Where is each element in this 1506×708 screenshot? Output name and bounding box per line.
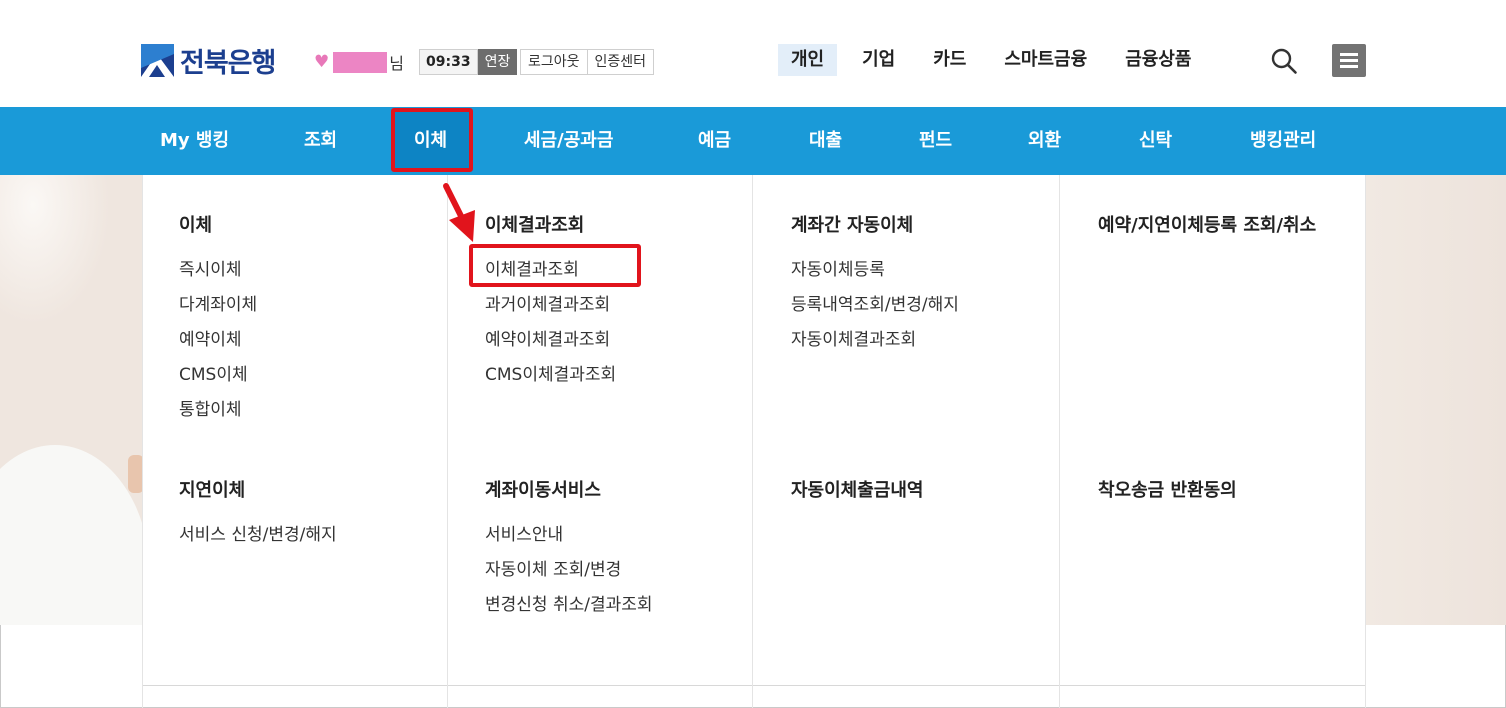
main-nav-loan[interactable]: 대출 — [809, 107, 842, 175]
main-nav-trust[interactable]: 신탁 — [1139, 107, 1172, 175]
section-title-transfer-result[interactable]: 이체결과조회 — [485, 211, 584, 237]
column-divider — [1365, 175, 1366, 708]
user-info: ♥ 님 — [314, 50, 404, 74]
menu-link-past-transfer-result[interactable]: 과거이체결과조회 — [485, 290, 610, 315]
menu-link-integrated-transfer[interactable]: 통합이체 — [179, 395, 242, 420]
top-nav-products[interactable]: 금융상품 — [1112, 44, 1204, 76]
bank-name: 전북은행 — [180, 47, 276, 79]
main-nav-my-banking[interactable]: My 뱅킹 — [160, 107, 229, 175]
menu-link-scheduled-transfer[interactable]: 예약이체 — [179, 325, 242, 350]
top-nav-corporate[interactable]: 기업 — [849, 44, 908, 76]
menu-link-cms-transfer-result[interactable]: CMS이체결과조회 — [485, 360, 616, 385]
section-title-scheduled-delayed-inquiry[interactable]: 예약/지연이체등록 조회/취소 — [1098, 211, 1316, 237]
section-title-delayed-transfer[interactable]: 지연이체 — [179, 476, 245, 502]
section-title-account-switch[interactable]: 계좌이동서비스 — [485, 476, 601, 502]
heart-icon: ♥ — [314, 51, 330, 72]
menu-link-registration-inquiry[interactable]: 등록내역조회/변경/해지 — [791, 290, 959, 315]
main-nav-deposit[interactable]: 예금 — [698, 107, 731, 175]
auth-buttons: 로그아웃 인증센터 — [520, 49, 655, 75]
column-divider — [142, 175, 143, 708]
menu-link-cms-transfer[interactable]: CMS이체 — [179, 360, 248, 385]
section-title-transfer[interactable]: 이체 — [179, 211, 212, 237]
main-nav-banking-management[interactable]: 뱅킹관리 — [1250, 107, 1316, 175]
menu-link-scheduled-transfer-result[interactable]: 예약이체결과조회 — [485, 325, 610, 350]
menu-link-delayed-service[interactable]: 서비스 신청/변경/해지 — [179, 520, 337, 545]
site-header: 전북은행 ♥ 님 09:33 연장 로그아웃 인증센터 개인 기업 카드 스마트… — [0, 0, 1506, 107]
main-nav-forex[interactable]: 외환 — [1028, 107, 1061, 175]
search-icon[interactable] — [1270, 47, 1298, 75]
main-nav-transfer[interactable]: 이체 — [414, 107, 447, 175]
main-nav-inquiry[interactable]: 조회 — [304, 107, 337, 175]
top-nav-personal[interactable]: 개인 — [778, 44, 838, 76]
highlight-box — [469, 244, 641, 287]
section-title-auto-transfer[interactable]: 계좌간 자동이체 — [791, 211, 913, 237]
background-right — [1366, 175, 1506, 625]
menu-link-instant-transfer[interactable]: 즉시이체 — [179, 255, 242, 280]
menu-link-auto-transfer-register[interactable]: 자동이체등록 — [791, 255, 885, 280]
column-divider — [1059, 175, 1060, 708]
column-divider — [447, 175, 448, 708]
top-nav-card[interactable]: 카드 — [920, 44, 979, 76]
menu-link-cancel-change-request[interactable]: 변경신청 취소/결과조회 — [485, 590, 653, 615]
extend-session-button[interactable]: 연장 — [477, 49, 518, 75]
bank-logo-icon — [141, 43, 174, 77]
menu-link-auto-transfer-result[interactable]: 자동이체결과조회 — [791, 325, 916, 350]
menu-link-multi-account-transfer[interactable]: 다계좌이체 — [179, 290, 257, 315]
transfer-mega-menu — [142, 175, 1366, 686]
top-nav-smart-finance[interactable]: 스마트금융 — [991, 44, 1100, 76]
session-timer: 09:33 연장 — [419, 49, 518, 75]
section-title-auto-withdrawal-history[interactable]: 자동이체출금내역 — [791, 476, 923, 502]
main-nav: My 뱅킹 조회 세금/공과금 예금 대출 펀드 외환 신탁 뱅킹관리 — [0, 107, 1506, 175]
section-title-mistaken-remittance[interactable]: 착오송금 반환동의 — [1098, 476, 1237, 502]
main-nav-tax[interactable]: 세금/공과금 — [524, 107, 613, 175]
cert-center-button[interactable]: 인증센터 — [586, 50, 654, 74]
logout-button[interactable]: 로그아웃 — [521, 50, 587, 74]
background-lamp — [0, 175, 110, 325]
menu-link-service-guide[interactable]: 서비스안내 — [485, 520, 563, 545]
menu-link-auto-transfer-inquiry[interactable]: 자동이체 조회/변경 — [485, 555, 621, 580]
user-suffix: 님 — [389, 54, 404, 73]
column-divider — [752, 175, 753, 708]
red-arrow-icon — [443, 183, 475, 242]
hamburger-menu-icon[interactable] — [1332, 44, 1366, 77]
session-time: 09:33 — [419, 49, 478, 75]
top-nav: 개인 기업 카드 스마트금융 금융상품 — [778, 44, 1216, 76]
main-nav-fund[interactable]: 펀드 — [919, 107, 952, 175]
user-name-masked — [333, 51, 388, 73]
bank-logo[interactable]: 전북은행 — [141, 43, 276, 79]
